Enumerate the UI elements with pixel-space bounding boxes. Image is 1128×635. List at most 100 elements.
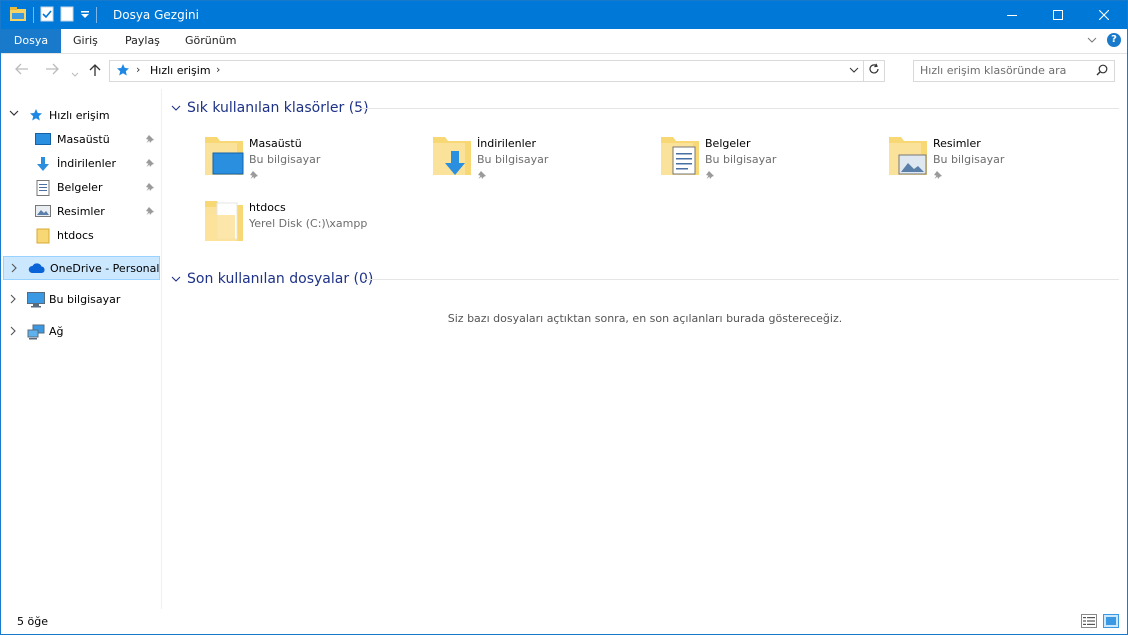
window-title: Dosya Gezgini [113,8,199,22]
address-bar-row: › Hızlı erişim › Hızlı erişim klasöründe… [1,54,1127,88]
qat-separator [33,7,34,23]
collapsed-chevron-icon[interactable] [10,263,18,276]
folder-tile-downloads[interactable]: İndirilenler Bu bilgisayar [431,133,651,189]
tab-file[interactable]: Dosya [1,29,61,53]
desktop-icon [35,132,51,149]
tile-name: htdocs [249,201,286,214]
folder-icon [203,197,245,246]
tile-name: Masaüstü [249,137,302,150]
recent-files-header[interactable]: Son kullanılan dosyalar (0) [171,269,373,289]
customize-qat-icon[interactable] [80,8,90,22]
group-title: Son kullanılan dosyalar (0) [187,271,374,287]
downloads-folder-icon [431,133,473,180]
group-collapse-icon[interactable] [171,100,181,116]
address-bar[interactable]: › Hızlı erişim › [109,60,885,82]
nav-label: Resimler [57,205,105,218]
folder-icon [36,228,50,247]
close-button[interactable] [1081,1,1127,29]
quick-access-toolbar [9,6,103,24]
onedrive-cloud-icon [28,262,46,277]
item-count: 5 öğe [17,615,48,628]
nav-item-desktop[interactable]: Masaüstü [1,129,159,151]
large-icons-view-icon[interactable] [1103,614,1119,628]
picture-icon [35,204,51,221]
nav-item-onedrive[interactable]: OneDrive - Personal [3,256,160,280]
nav-item-network[interactable]: Ağ [1,321,159,343]
breadcrumb-chevron-icon[interactable]: › [136,63,140,76]
folder-tile-htdocs[interactable]: htdocs Yerel Disk (C:)\xampp [203,197,423,253]
frequent-folders-header[interactable]: Sık kullanılan klasörler (5) [171,98,369,118]
recent-empty-message: Siz bazı dosyaları açtıktan sonra, en so… [447,312,843,325]
collapsed-chevron-icon[interactable] [9,294,17,307]
file-explorer-window: Dosya Gezgini Dosya Giriş Paylaş Görünüm… [0,0,1128,635]
pin-icon[interactable] [145,157,155,171]
pin-icon[interactable] [145,133,155,147]
ribbon-controls: ? [1087,33,1121,47]
properties-icon[interactable] [40,6,54,25]
expanded-chevron-icon[interactable] [9,109,19,120]
pin-icon[interactable] [145,205,155,219]
breadcrumb-quick-access[interactable]: Hızlı erişim [150,64,211,77]
status-bar: 5 öğe [1,609,1127,634]
desktop-folder-icon [203,133,245,180]
forward-button[interactable] [45,63,59,79]
nav-item-htdocs[interactable]: htdocs [1,225,159,247]
tab-share[interactable]: Paylaş [113,29,172,53]
pin-icon[interactable] [145,181,155,195]
tile-name: Belgeler [705,137,751,150]
pin-icon [249,169,259,183]
nav-item-pictures[interactable]: Resimler [1,201,159,223]
nav-item-downloads[interactable]: İndirilenler [1,153,159,175]
folder-tile-desktop[interactable]: Masaüstü Bu bilgisayar [203,133,423,189]
title-bar: Dosya Gezgini [1,1,1127,29]
nav-label: İndirilenler [57,157,116,170]
ribbon-tabs: Dosya Giriş Paylaş Görünüm ? [1,29,1127,54]
tile-location: Bu bilgisayar [249,153,321,166]
group-divider [359,108,1119,109]
tile-location: Bu bilgisayar [477,153,549,166]
explorer-app-icon [9,6,27,25]
pictures-folder-icon [887,133,929,180]
nav-item-this-pc[interactable]: Bu bilgisayar [1,289,159,311]
tile-location: Yerel Disk (C:)\xampp [249,217,368,230]
nav-label: Masaüstü [57,133,110,146]
search-placeholder[interactable]: Hızlı erişim klasöründe ara [920,64,1066,77]
minimize-button[interactable] [989,1,1035,29]
pin-icon [933,169,943,183]
recent-locations-button[interactable] [71,66,79,82]
help-icon[interactable]: ? [1107,33,1121,47]
refresh-button[interactable] [863,61,884,81]
nav-label: Bu bilgisayar [49,293,121,306]
folder-tile-pictures[interactable]: Resimler Bu bilgisayar [887,133,1107,189]
expand-ribbon-icon[interactable] [1087,33,1097,47]
quick-access-star-icon [29,108,43,125]
tab-home[interactable]: Giriş [61,29,110,53]
content-pane: Sık kullanılan klasörler (5) Masaüstü Bu… [163,89,1127,609]
group-divider [363,279,1119,280]
computer-icon [27,292,45,311]
tab-view[interactable]: Görünüm [173,29,248,53]
maximize-button[interactable] [1035,1,1081,29]
search-box[interactable]: Hızlı erişim klasöründe ara [913,60,1115,82]
details-view-icon[interactable] [1081,614,1097,628]
nav-quick-access[interactable]: Hızlı erişim [1,105,159,127]
download-arrow-icon [35,156,51,175]
pin-icon [477,169,487,183]
back-button[interactable] [15,63,29,79]
new-folder-icon[interactable] [60,6,74,25]
group-title: Sık kullanılan klasörler (5) [187,100,369,116]
tile-name: İndirilenler [477,137,536,150]
address-dropdown-icon[interactable] [848,63,860,77]
tile-location: Bu bilgisayar [705,153,777,166]
search-icon[interactable] [1096,64,1108,79]
folder-tile-documents[interactable]: Belgeler Bu bilgisayar [659,133,879,189]
group-collapse-icon[interactable] [171,271,181,287]
nav-item-documents[interactable]: Belgeler [1,177,159,199]
up-button[interactable] [89,63,101,81]
collapsed-chevron-icon[interactable] [9,326,17,339]
tile-location: Bu bilgisayar [933,153,1005,166]
tile-name: Resimler [933,137,981,150]
documents-folder-icon [659,133,701,180]
nav-label: Ağ [49,325,64,338]
breadcrumb-chevron-icon[interactable]: › [216,63,220,76]
